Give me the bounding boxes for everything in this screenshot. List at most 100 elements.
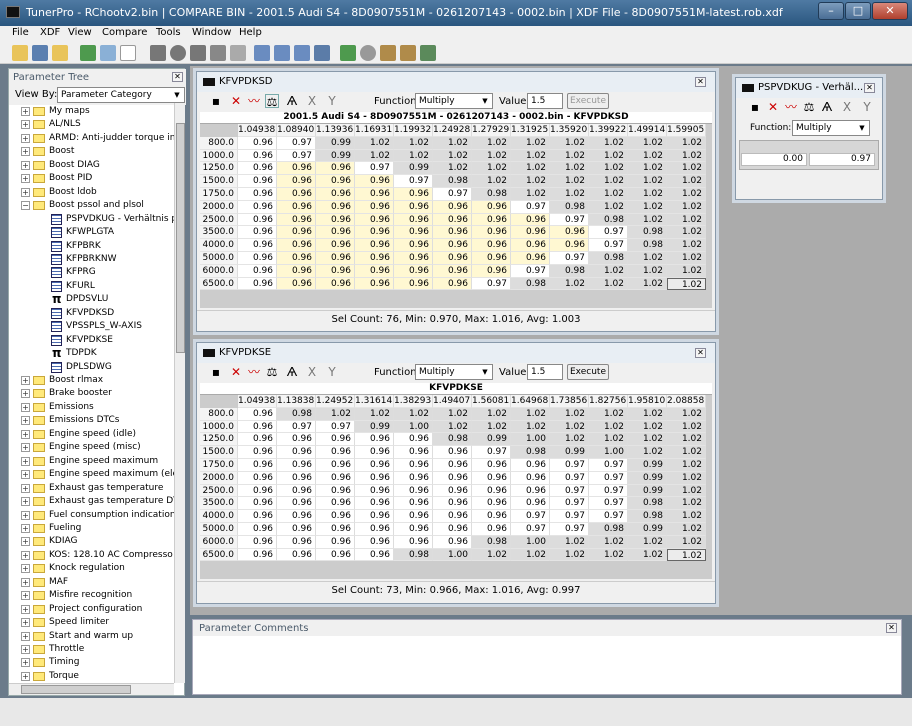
table-cell[interactable]: 0.96 bbox=[355, 175, 394, 188]
save-icon[interactable]: ▪ bbox=[209, 365, 223, 379]
tree-vertical-scrollbar[interactable] bbox=[174, 103, 185, 683]
table-cell[interactable]: 0.96 bbox=[277, 535, 316, 549]
table-cell[interactable]: 0.96 bbox=[394, 484, 433, 498]
table-cell[interactable]: 1.02 bbox=[589, 535, 628, 549]
tree-item[interactable]: KFPBRKNW bbox=[9, 253, 174, 266]
table-cell[interactable]: 0.96 bbox=[238, 548, 277, 562]
table-cell[interactable]: 0.96 bbox=[472, 226, 511, 240]
table-cell[interactable]: 0.98 bbox=[589, 213, 628, 227]
table-cell[interactable]: 1.02 bbox=[550, 548, 589, 562]
emulator-icon[interactable] bbox=[420, 45, 436, 61]
table-cell[interactable]: 0.97 bbox=[511, 264, 550, 278]
tree-horizontal-scrollbar[interactable] bbox=[9, 683, 174, 695]
table-cell[interactable]: 1.02 bbox=[550, 277, 589, 291]
x-axis-icon[interactable]: X bbox=[840, 100, 854, 114]
table-cell[interactable]: 1.02 bbox=[667, 535, 706, 549]
tree-item[interactable]: + Knock regulation bbox=[9, 562, 174, 575]
table-cell[interactable]: 0.96 bbox=[355, 433, 394, 447]
table-cell[interactable]: 0.97 bbox=[511, 200, 550, 214]
table-cell[interactable]: 0.96 bbox=[238, 407, 277, 421]
y-axis-icon[interactable]: Y bbox=[860, 100, 874, 114]
table-cell[interactable]: 0.96 bbox=[277, 497, 316, 511]
xdf-edit-icon[interactable]: Ѧ bbox=[285, 94, 299, 108]
table-cell[interactable]: 0.98 bbox=[550, 200, 589, 214]
table-cell[interactable]: 0.97 bbox=[589, 226, 628, 240]
table-cell[interactable]: 0.97 bbox=[511, 523, 550, 536]
table-cell[interactable]: 0.96 bbox=[433, 497, 472, 511]
xdf-edit-icon[interactable]: Ѧ bbox=[820, 100, 834, 114]
tree-item[interactable]: DPLSDWG bbox=[9, 361, 174, 374]
table-cell[interactable]: 0.96 bbox=[355, 548, 394, 562]
table-cell[interactable]: 0.96 bbox=[316, 548, 355, 562]
tree-item[interactable]: + Engine speed (misc) bbox=[9, 441, 174, 454]
table-cell[interactable]: 1.02 bbox=[511, 175, 550, 188]
add-icon[interactable] bbox=[170, 45, 186, 61]
table-cell[interactable]: 1.02 bbox=[355, 407, 394, 421]
table-cell[interactable]: 1.02 bbox=[667, 277, 706, 291]
refresh-icon[interactable] bbox=[100, 45, 116, 61]
table-cell[interactable]: 0.96 bbox=[550, 239, 589, 252]
menu-file[interactable]: File bbox=[12, 27, 29, 38]
table-cell[interactable]: 0.97 bbox=[472, 277, 511, 291]
menu-compare[interactable]: Compare bbox=[102, 27, 147, 38]
table-cell[interactable]: 1.02 bbox=[628, 407, 667, 421]
table-cell[interactable]: 0.96 bbox=[511, 226, 550, 240]
table-cell[interactable]: 0.96 bbox=[472, 264, 511, 278]
table-cell[interactable]: 1.02 bbox=[667, 136, 706, 150]
table-cell[interactable]: 0.97 bbox=[394, 175, 433, 188]
tree-item[interactable]: + AL/NLS bbox=[9, 118, 174, 131]
expand-icon[interactable]: + bbox=[21, 577, 30, 587]
expand-icon[interactable]: + bbox=[21, 564, 30, 574]
table-cell[interactable]: 1.02 bbox=[550, 136, 589, 150]
expand-icon[interactable]: + bbox=[21, 174, 30, 184]
table-cell[interactable]: 0.98 bbox=[472, 535, 511, 549]
table-cell[interactable]: 0.96 bbox=[472, 213, 511, 227]
xdf-edit-icon[interactable]: Ѧ bbox=[285, 365, 299, 379]
table-cell[interactable]: 0.96 bbox=[394, 510, 433, 523]
compare-icon[interactable]: ⚖ bbox=[265, 94, 279, 109]
tree-item[interactable]: + Engine speed maximum (eleva bbox=[9, 468, 174, 481]
table-cell[interactable]: 0.97 bbox=[472, 446, 511, 459]
expand-icon[interactable]: + bbox=[21, 456, 30, 466]
table-cell[interactable]: 0.96 bbox=[238, 446, 277, 459]
table-cell[interactable]: 1.02 bbox=[433, 162, 472, 176]
table-view-icon[interactable] bbox=[254, 45, 270, 61]
expand-icon[interactable]: + bbox=[21, 671, 30, 681]
table-cell[interactable]: 0.98 bbox=[433, 433, 472, 447]
table-cell[interactable]: 0.96 bbox=[316, 188, 355, 201]
table-cell[interactable]: 0.96 bbox=[355, 497, 394, 511]
table-cell[interactable]: 0.96 bbox=[277, 200, 316, 214]
table-cell[interactable]: 0.97 bbox=[589, 471, 628, 485]
table-cell[interactable]: 0.96 bbox=[355, 471, 394, 485]
table-cell[interactable]: 0.98 bbox=[589, 252, 628, 265]
table-cell[interactable]: 1.02 bbox=[667, 226, 706, 240]
table-cell[interactable]: 0.96 bbox=[433, 226, 472, 240]
table-cell[interactable]: 1.02 bbox=[667, 484, 706, 498]
execute-button[interactable]: Execute bbox=[567, 93, 609, 109]
table-cell[interactable]: 0.96 bbox=[433, 264, 472, 278]
table-cell[interactable]: 1.02 bbox=[628, 188, 667, 201]
table-cell[interactable]: 0.96 bbox=[238, 433, 277, 447]
tree-item[interactable]: − Boost pssol and plsol bbox=[9, 199, 174, 212]
table-cell[interactable]: 0.96 bbox=[238, 497, 277, 511]
table-cell[interactable]: 1.02 bbox=[589, 264, 628, 278]
table-cell[interactable]: 1.02 bbox=[355, 149, 394, 163]
menu-window[interactable]: Window bbox=[192, 27, 231, 38]
graph-icon[interactable]: 〰 bbox=[247, 365, 261, 379]
function-select[interactable]: Multiply ▼ bbox=[415, 364, 493, 380]
table-cell[interactable]: 0.98 bbox=[628, 239, 667, 252]
table-cell[interactable]: 0.96 bbox=[277, 188, 316, 201]
table-cell[interactable]: 0.99 bbox=[628, 484, 667, 498]
table-cell[interactable]: 0.96 bbox=[316, 162, 355, 176]
table-cell[interactable]: 0.96 bbox=[277, 510, 316, 523]
tree-item[interactable]: + Boost ldob bbox=[9, 186, 174, 199]
table-cell[interactable]: 0.96 bbox=[238, 162, 277, 176]
table-cell[interactable]: 0.98 bbox=[394, 548, 433, 562]
table-cell[interactable]: 0.96 bbox=[511, 471, 550, 485]
table-cell[interactable]: 1.02 bbox=[667, 239, 706, 252]
table-cell[interactable]: 0.96 bbox=[511, 459, 550, 472]
save-icon[interactable]: ▪ bbox=[748, 100, 762, 114]
tree-item[interactable]: + Boost bbox=[9, 145, 174, 158]
table-cell[interactable]: 0.99 bbox=[316, 136, 355, 150]
table-cell[interactable]: 0.96 bbox=[355, 510, 394, 523]
